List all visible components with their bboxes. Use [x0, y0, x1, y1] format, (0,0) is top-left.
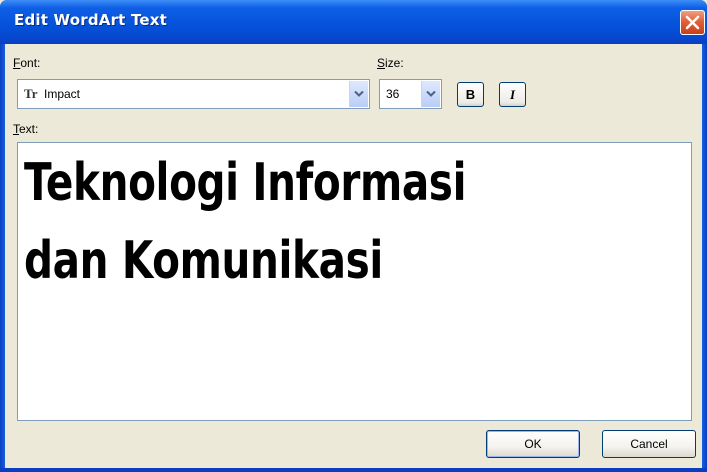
- size-select[interactable]: 36: [379, 79, 442, 109]
- window-border-right: [702, 44, 707, 472]
- text-line-2: dan Komunikasi: [24, 231, 383, 291]
- wordart-text-input[interactable]: Teknologi Informasi dan Komunikasi: [17, 142, 692, 421]
- size-label-accelerator: S: [377, 56, 386, 70]
- close-button[interactable]: [680, 10, 705, 35]
- text-label-text: ext:: [19, 122, 39, 136]
- truetype-font-icon: Tr: [24, 86, 38, 101]
- chevron-down-icon: [354, 90, 364, 97]
- window-title: Edit WordArt Text: [14, 11, 168, 29]
- size-dropdown-button[interactable]: [421, 81, 440, 107]
- font-label-text: ont:: [20, 56, 41, 70]
- size-value: 36: [386, 87, 400, 101]
- close-icon: [685, 15, 700, 30]
- bold-button[interactable]: B: [457, 82, 484, 107]
- size-label-text: ize:: [385, 56, 404, 70]
- wordart-dialog: Edit WordArt Text Font: Size: Tr Impact …: [0, 0, 707, 472]
- chevron-down-icon: [426, 90, 436, 97]
- italic-button[interactable]: I: [499, 82, 526, 107]
- window-border-bottom: [0, 468, 707, 472]
- cancel-button[interactable]: Cancel: [602, 430, 696, 458]
- font-value: Impact: [44, 87, 81, 101]
- size-label: Size:: [377, 56, 404, 70]
- ok-button[interactable]: OK: [486, 430, 580, 458]
- text-label: Text:: [13, 122, 38, 136]
- dialog-body: Font: Size: Tr Impact 36 B I Text: Tekno…: [5, 44, 702, 472]
- title-bar[interactable]: Edit WordArt Text: [0, 0, 707, 44]
- text-line-1: Teknologi Informasi: [24, 153, 467, 213]
- font-select[interactable]: Tr Impact: [17, 79, 370, 109]
- font-label: Font:: [13, 56, 40, 70]
- font-dropdown-button[interactable]: [349, 81, 368, 107]
